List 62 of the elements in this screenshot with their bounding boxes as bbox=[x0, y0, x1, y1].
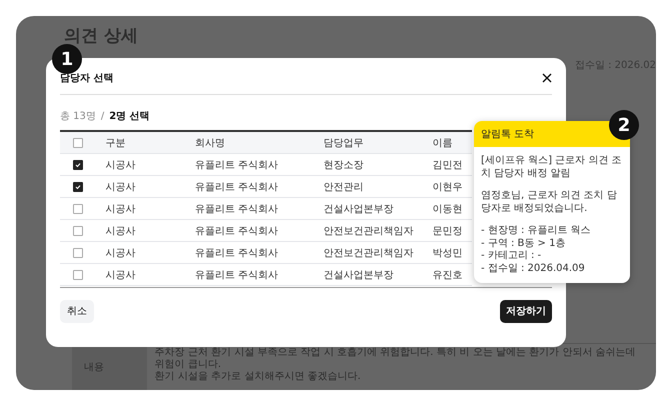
selected-count: 2명 선택 bbox=[109, 110, 150, 123]
table-cell-text: 안전보건관리책임자 bbox=[323, 246, 414, 260]
modal-title: 담당자 선택 bbox=[60, 72, 114, 84]
table-cell-text: 시공사 bbox=[104, 246, 137, 260]
table-cell-text: 유플리트 주식회사 bbox=[194, 246, 279, 260]
notification-detail: - 카테고리 : - bbox=[481, 250, 542, 262]
table-cell-text: 시공사 bbox=[104, 158, 137, 172]
notification-title: 알림톡 도착 bbox=[481, 128, 534, 141]
table-cell-text: 건설사업본부장 bbox=[323, 268, 394, 282]
column-header: 이름 bbox=[432, 136, 454, 150]
separator-slash: / bbox=[100, 110, 104, 122]
notification-detail: - 접수일 : 2026.04.09 bbox=[481, 262, 586, 275]
table-cell-text: 박성민 bbox=[432, 246, 464, 260]
content-text: 환기 시설을 추가로 설치해주시면 좋겠습니다. bbox=[154, 371, 362, 383]
table-cell-text: 안전관리 bbox=[323, 180, 364, 194]
checkbox[interactable] bbox=[72, 270, 83, 280]
notification-message: [세이프유 웍스] 근로자 의견 조치 담당자 배정 알림 bbox=[481, 155, 623, 180]
check-icon bbox=[74, 182, 82, 190]
table-cell-text: 유진호 bbox=[432, 268, 464, 282]
table-cell-text: 김민전 bbox=[432, 158, 464, 172]
table-cell-text: 시공사 bbox=[104, 268, 137, 282]
table-cell-text: 안전보건관리책임자 bbox=[323, 224, 414, 238]
page-title: 의견 상세 bbox=[64, 25, 138, 47]
checkbox[interactable] bbox=[72, 160, 83, 170]
checkbox[interactable] bbox=[72, 226, 83, 236]
table-cell-text: 유플리트 주식회사 bbox=[194, 158, 279, 172]
table-cell-text: 시공사 bbox=[104, 180, 137, 194]
table-cell-text: 문민정 bbox=[432, 224, 464, 238]
notification-greeting: 염정호님, 근로자 의견 조치 담당자로 배정되었습니다. bbox=[481, 190, 618, 215]
notification-detail: - 현장명 : 유플리트 웍스 bbox=[481, 225, 592, 238]
column-header: 구분 bbox=[104, 136, 127, 150]
check-icon bbox=[74, 160, 82, 168]
column-header: 담당업무 bbox=[323, 136, 364, 150]
checkbox[interactable] bbox=[72, 248, 83, 258]
table-cell-text: 유플리트 주식회사 bbox=[194, 224, 279, 238]
table-cell-text: 이동현 bbox=[432, 202, 464, 216]
table-row[interactable]: 시공사 유플리트 주식회사 건설사업본부장 이동현 bbox=[60, 198, 472, 220]
table-cell-text: 건설사업본부장 bbox=[323, 202, 394, 216]
table-row[interactable]: 시공사 유플리트 주식회사 건설사업본부장 유진호 bbox=[60, 264, 472, 286]
step-marker: 2 bbox=[609, 110, 639, 140]
cancel-button[interactable]: 취소 bbox=[60, 300, 94, 322]
table-cell-text: 유플리트 주식회사 bbox=[194, 180, 279, 194]
table-row[interactable]: 시공사 유플리트 주식회사 안전보건관리책임자 문민정 bbox=[60, 220, 472, 242]
table-cell-text: 현장소장 bbox=[323, 158, 364, 172]
content-text: 주차장 근처 환기 시설 부족으로 작업 시 호흡기에 위험합니다. 특히 비 오는 날에는 환기가 안되서 숨쉬는데 위험이 큽니다. bbox=[154, 347, 637, 371]
table-row[interactable]: 시공사 유플리트 주식회사 안전관리 이현우 bbox=[60, 176, 472, 198]
table-cell-text: 시공사 bbox=[104, 202, 137, 216]
table-row[interactable]: 시공사 유플리트 주식회사 안전보건관리책임자 박성민 bbox=[60, 242, 472, 264]
step-marker: 1 bbox=[52, 44, 82, 74]
table-cell-text: 이현우 bbox=[432, 180, 464, 194]
column-header: 회사명 bbox=[194, 136, 226, 150]
table-cell-text: 시공사 bbox=[104, 224, 137, 238]
table-cell-text: 유플리트 주식회사 bbox=[194, 202, 279, 216]
save-button[interactable]: 저장하기 bbox=[500, 300, 552, 322]
checkbox[interactable] bbox=[72, 182, 83, 192]
checkbox[interactable] bbox=[72, 204, 83, 214]
close-icon[interactable] bbox=[542, 72, 552, 82]
notification-detail: - 구역 : B동 > 1층 bbox=[481, 238, 566, 250]
total-count: 총 13명 bbox=[60, 110, 96, 123]
table-row[interactable]: 시공사 유플리트 주식회사 현장소장 김민전 bbox=[60, 154, 472, 176]
checkbox[interactable] bbox=[72, 138, 83, 148]
table-cell-text: 유플리트 주식회사 bbox=[194, 268, 279, 282]
